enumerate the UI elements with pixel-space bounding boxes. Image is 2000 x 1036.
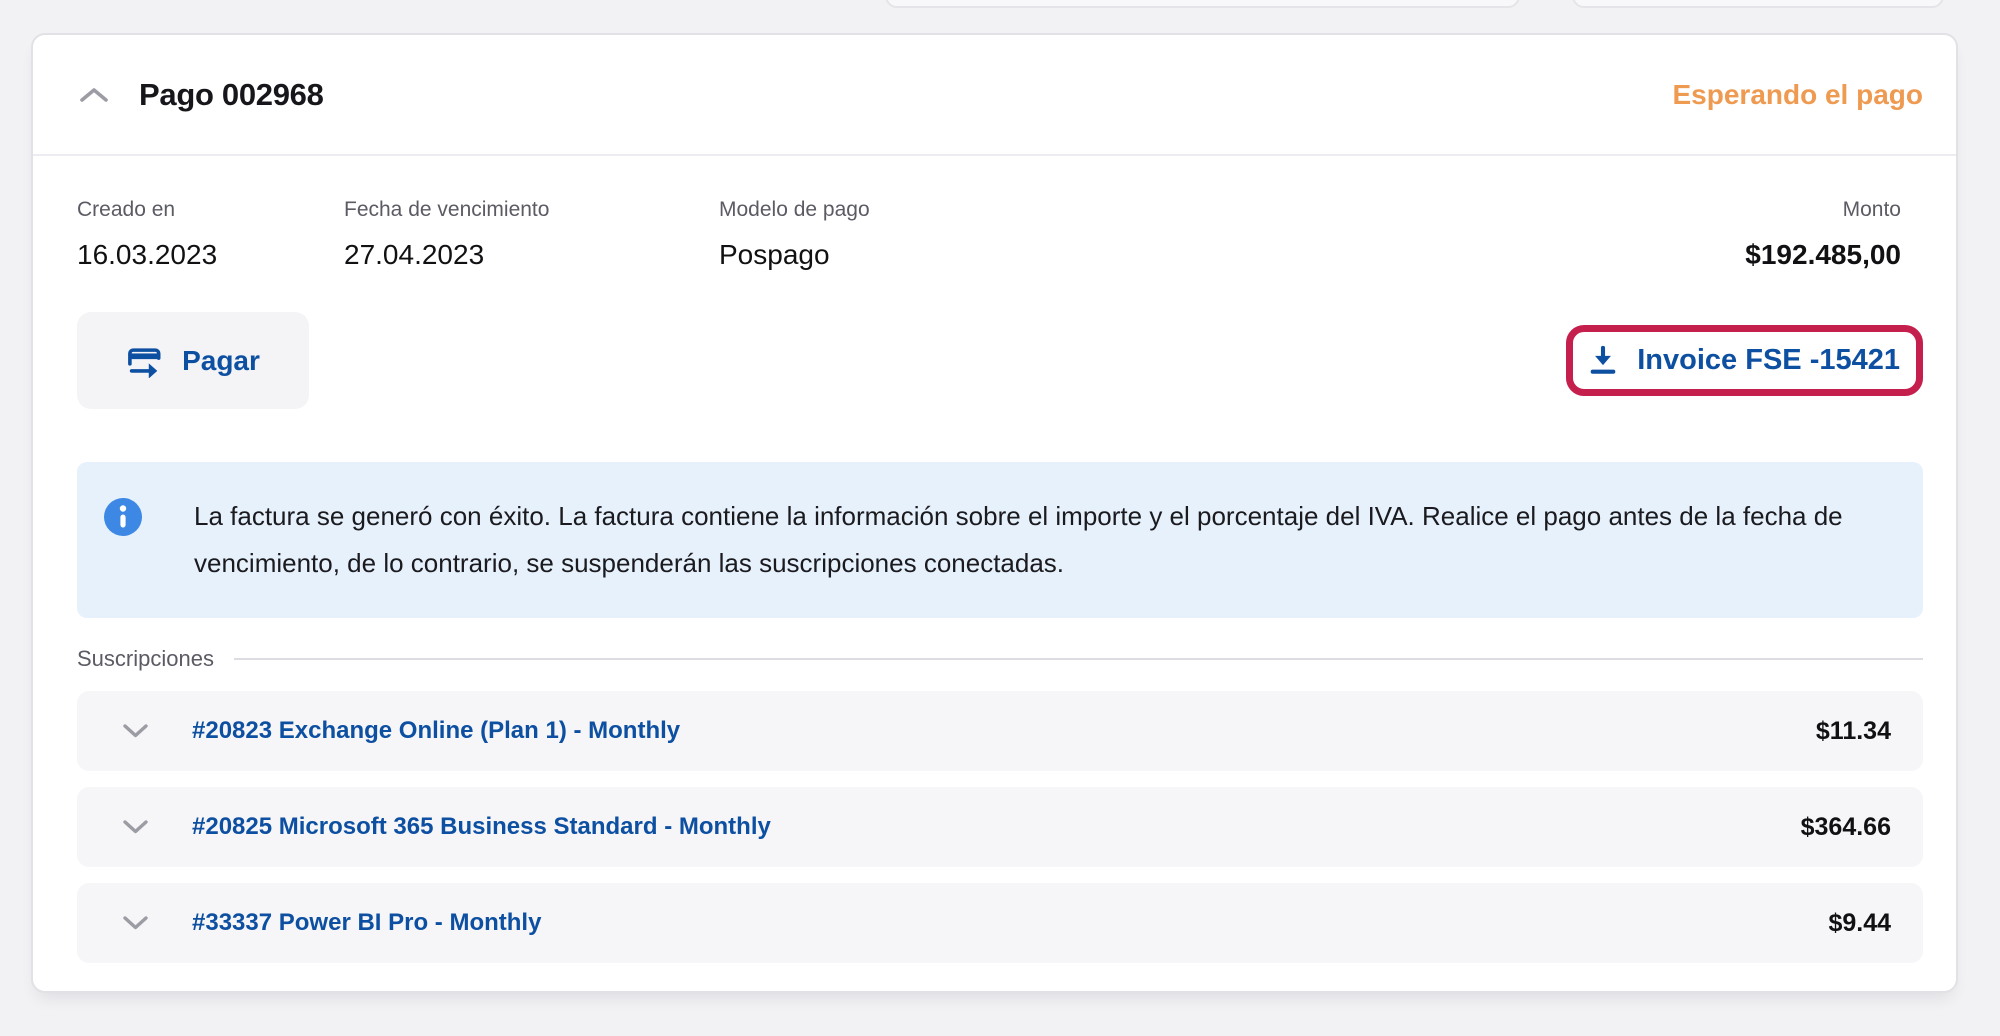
payment-title: Pago 002968 bbox=[139, 77, 324, 113]
annotation-highlight-box: Invoice FSE -15421 bbox=[1566, 325, 1923, 396]
section-divider bbox=[234, 658, 1923, 660]
info-banner-text: La factura se generó con éxito. La factu… bbox=[194, 493, 1853, 587]
subscription-title[interactable]: #20825 Microsoft 365 Business Standard -… bbox=[192, 813, 771, 841]
subscription-amount: $11.34 bbox=[1816, 717, 1891, 746]
collapse-toggle-button[interactable] bbox=[77, 78, 111, 112]
field-value: 16.03.2023 bbox=[77, 238, 344, 271]
subscription-amount: $9.44 bbox=[1828, 909, 1891, 938]
actions-row: Pagar Invoice FSE -15421 bbox=[33, 312, 1956, 409]
subscription-row[interactable]: #20823 Exchange Online (Plan 1) - Monthl… bbox=[77, 691, 1923, 771]
previous-card-remnant bbox=[885, 0, 1520, 8]
field-label: Modelo de pago bbox=[719, 197, 1745, 223]
chevron-down-icon bbox=[122, 819, 149, 835]
credit-card-icon bbox=[126, 344, 164, 378]
subscription-amount: $364.66 bbox=[1801, 813, 1891, 842]
subscriptions-list: #20823 Exchange Online (Plan 1) - Monthl… bbox=[77, 691, 1923, 963]
field-label: Fecha de vencimiento bbox=[344, 197, 719, 223]
field-due-date: Fecha de vencimiento 27.04.2023 bbox=[344, 197, 719, 271]
field-value: $192.485,00 bbox=[1745, 238, 1901, 271]
field-label: Monto bbox=[1745, 197, 1901, 223]
subscription-title[interactable]: #33337 Power BI Pro - Monthly bbox=[192, 909, 541, 937]
field-value: Pospago bbox=[719, 238, 1745, 271]
chevron-down-icon bbox=[122, 723, 149, 739]
field-label: Creado en bbox=[77, 197, 344, 223]
pay-button-label: Pagar bbox=[182, 345, 260, 377]
field-amount: Monto $192.485,00 bbox=[1745, 197, 1923, 271]
download-icon bbox=[1589, 345, 1617, 376]
pay-button[interactable]: Pagar bbox=[77, 312, 309, 409]
subscription-row[interactable]: #33337 Power BI Pro - Monthly $9.44 bbox=[77, 883, 1923, 963]
payment-card: Pago 002968 Esperando el pago Creado en … bbox=[31, 33, 1958, 993]
payment-status-badge: Esperando el pago bbox=[1673, 79, 1924, 111]
invoice-download-button[interactable]: Invoice FSE -15421 bbox=[1583, 336, 1906, 385]
payment-fields-row: Creado en 16.03.2023 Fecha de vencimient… bbox=[33, 156, 1956, 271]
subscription-row[interactable]: #20825 Microsoft 365 Business Standard -… bbox=[77, 787, 1923, 867]
field-payment-model: Modelo de pago Pospago bbox=[719, 197, 1745, 271]
chevron-up-icon bbox=[79, 86, 109, 104]
previous-card-remnant bbox=[1572, 0, 1944, 8]
info-icon bbox=[104, 498, 142, 536]
payment-card-header: Pago 002968 Esperando el pago bbox=[33, 35, 1956, 156]
chevron-down-icon bbox=[122, 915, 149, 931]
page-background: Pago 002968 Esperando el pago Creado en … bbox=[0, 0, 2000, 1036]
info-banner: La factura se generó con éxito. La factu… bbox=[77, 462, 1923, 618]
field-created: Creado en 16.03.2023 bbox=[77, 197, 344, 271]
invoice-label: Invoice FSE -15421 bbox=[1637, 344, 1900, 377]
subscription-title[interactable]: #20823 Exchange Online (Plan 1) - Monthl… bbox=[192, 717, 680, 745]
subscriptions-section-header: Suscripciones bbox=[33, 644, 1956, 674]
subscriptions-label: Suscripciones bbox=[77, 646, 214, 672]
field-value: 27.04.2023 bbox=[344, 238, 719, 271]
